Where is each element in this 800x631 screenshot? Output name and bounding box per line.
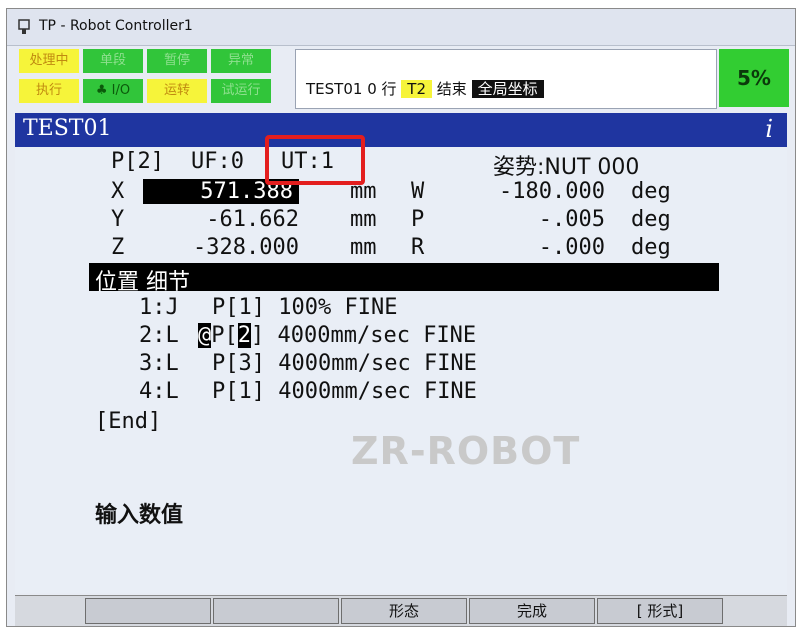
f1-key[interactable]	[85, 598, 211, 624]
detail-bar-label: 位置 细节	[95, 270, 190, 295]
watermark: ZR-ROBOT	[351, 429, 581, 473]
axis-y-label: Y	[111, 207, 125, 232]
axis-z-unit: mm	[350, 235, 377, 260]
position-label: P[2]	[111, 149, 164, 174]
function-key-bar: 形态 完成 [ 形式]	[15, 595, 787, 626]
line-motion: 4000mm/sec FINE	[277, 323, 477, 348]
line-point: P[3]	[212, 351, 265, 376]
line-number: 4:L	[139, 379, 179, 404]
override-percent[interactable]: 5%	[719, 49, 789, 107]
status-io: ♣ I/O	[83, 79, 143, 103]
line-point-index: 1	[238, 379, 252, 404]
f3-key-shape[interactable]: 形态	[341, 598, 467, 624]
status-state: 结束	[436, 80, 467, 98]
line-number: 2:L	[139, 323, 179, 348]
info-icon[interactable]: i	[765, 115, 773, 143]
status-program: TEST01	[306, 80, 363, 98]
screen-title: TEST01	[23, 116, 112, 141]
program-line[interactable]: 1:J P[1] 100% FINE	[139, 295, 397, 320]
status-busy: 处理中	[19, 49, 79, 73]
line-point-index[interactable]: 2	[237, 323, 251, 348]
program-line[interactable]: 4:L P[1] 4000mm/sec FINE	[139, 379, 477, 404]
io-icon: ♣	[95, 83, 108, 98]
program-line[interactable]: 3:L P[3] 4000mm/sec FINE	[139, 351, 477, 376]
axis-x-label: X	[111, 179, 125, 204]
line-motion: 4000mm/sec FINE	[278, 351, 477, 376]
axis-r-label: R	[411, 235, 425, 260]
status-prod: 运转	[147, 79, 207, 103]
line-motion: 100% FINE	[278, 295, 398, 320]
axis-p-label: P	[411, 207, 425, 232]
status-run: 执行	[19, 79, 79, 103]
status-line-text: TEST01 0 行 T2 结束 全局坐标	[306, 78, 544, 99]
configuration: 姿势:NUT 000	[493, 155, 640, 180]
line-motion: 4000mm/sec FINE	[278, 379, 477, 404]
axis-z-label: Z	[111, 235, 125, 260]
line-point: P[1]	[212, 379, 265, 404]
program-line[interactable]: 2:L @P[2] 4000mm/sec FINE	[139, 323, 476, 348]
status-fault: 异常	[211, 49, 271, 73]
ut-highlight-box	[265, 135, 365, 185]
end-marker: [End]	[95, 409, 162, 434]
status-coord: 全局坐标	[471, 80, 544, 98]
status-panel: 处理中 单段 暂停 异常 执行 ♣ I/O 运转 试运行 TEST01 0 行 …	[19, 49, 789, 109]
position-detail-screen: P[2] UF:0 UT:1 姿势:NUT 000 X 571.388 mm W…	[15, 135, 787, 593]
axis-r-unit: deg	[631, 235, 671, 260]
line-number: 1:J	[139, 295, 179, 320]
line-number: 3:L	[139, 351, 179, 376]
axis-y-value[interactable]: -61.662	[143, 207, 299, 232]
user-frame: UF:0	[191, 149, 244, 174]
axis-p-value[interactable]: -.005	[455, 207, 605, 232]
status-step: 单段	[83, 49, 143, 73]
line-point: @P[2]	[198, 323, 265, 348]
f4-key-done[interactable]: 完成	[469, 598, 595, 624]
status-line: TEST01 0 行 T2 结束 全局坐标	[295, 49, 717, 109]
line-point-index: 3	[238, 351, 252, 376]
axis-w-label: W	[411, 179, 425, 204]
teach-pendant-window: TP - Robot Controller1 处理中 单段 暂停 异常 执行 ♣…	[6, 8, 796, 627]
axis-w-value[interactable]: -180.000	[455, 179, 605, 204]
window-titlebar: TP - Robot Controller1	[7, 9, 795, 46]
axis-r-value[interactable]: -.000	[455, 235, 605, 260]
axis-z-value[interactable]: -328.000	[143, 235, 299, 260]
status-test: 试运行	[211, 79, 271, 103]
line-point-marker: @	[198, 323, 212, 348]
f2-key[interactable]	[213, 598, 339, 624]
status-mode: T2	[401, 80, 433, 98]
detail-bar: 位置 细节	[89, 263, 719, 295]
f5-key-format[interactable]: [ 形式]	[597, 598, 723, 624]
line-point-index: 1	[238, 295, 252, 320]
window-title: TP - Robot Controller1	[39, 18, 193, 34]
status-hold: 暂停	[147, 49, 207, 73]
axis-w-unit: deg	[631, 179, 671, 204]
axis-p-unit: deg	[631, 207, 671, 232]
line-point: P[1]	[212, 295, 265, 320]
robot-app-icon	[18, 19, 30, 34]
status-line-no: 0 行	[367, 80, 397, 98]
screen-header: TEST01 i	[15, 113, 787, 147]
input-prompt: 输入数值	[95, 503, 184, 528]
status-io-label: I/O	[111, 83, 131, 98]
axis-y-unit: mm	[350, 207, 377, 232]
